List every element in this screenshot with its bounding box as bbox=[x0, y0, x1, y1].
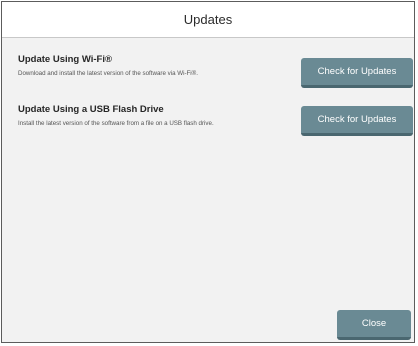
wifi-update-section: Update Using Wi-Fi® Download and install… bbox=[18, 54, 288, 78]
usb-update-description: Install the latest version of the softwa… bbox=[18, 120, 214, 127]
dialog-title: Updates bbox=[183, 12, 233, 27]
close-button[interactable]: Close bbox=[337, 310, 411, 340]
dialog-header: Updates bbox=[2, 2, 414, 38]
wifi-update-title: Update Using Wi-Fi® bbox=[18, 54, 112, 65]
usb-update-title: Update Using a USB Flash Drive bbox=[18, 104, 164, 115]
usb-update-section: Update Using a USB Flash Drive Install t… bbox=[18, 104, 288, 128]
wifi-check-for-updates-button[interactable]: Check for Updates bbox=[301, 58, 413, 88]
updates-dialog: Updates Update Using Wi-Fi® Download and… bbox=[1, 1, 415, 343]
wifi-update-description: Download and install the latest version … bbox=[18, 70, 198, 77]
usb-check-for-updates-button[interactable]: Check for Updates bbox=[301, 106, 413, 136]
